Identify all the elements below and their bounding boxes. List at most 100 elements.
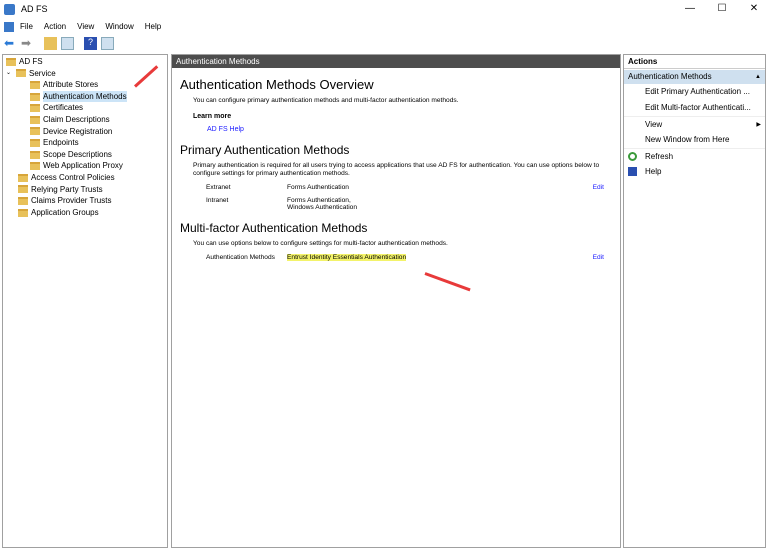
action-view[interactable]: View ▶: [624, 116, 765, 132]
adfs-help-link[interactable]: AD FS Help: [207, 126, 620, 133]
menu-action[interactable]: Action: [44, 22, 66, 31]
extranet-value: Forms Authentication: [287, 184, 349, 191]
folder-icon: [30, 92, 40, 101]
menu-view[interactable]: View: [77, 22, 94, 31]
title-bar: AD FS — ☐ ✕: [0, 0, 768, 18]
menu-window[interactable]: Window: [105, 22, 133, 31]
window-title: AD FS: [21, 4, 48, 14]
mfa-title: Multi-factor Authentication Methods: [180, 221, 368, 235]
mfa-text: You can use options below to configure s…: [193, 240, 448, 247]
section-label: Authentication Methods: [628, 72, 712, 81]
up-folder-icon[interactable]: [44, 37, 57, 50]
tree-label: Relying Party Trusts: [31, 184, 103, 194]
menu-help[interactable]: Help: [145, 22, 161, 31]
tree-item-relying-party-trusts[interactable]: Relying Party Trusts: [3, 184, 167, 196]
tree-label: Device Registration: [43, 126, 113, 136]
menu-file[interactable]: File: [20, 22, 33, 31]
tree-label: Web Application Proxy: [43, 161, 123, 171]
action-new-window[interactable]: New Window from Here: [624, 132, 765, 148]
tree-item-application-groups[interactable]: Application Groups: [3, 207, 167, 219]
show-hide-tree-icon[interactable]: [61, 37, 74, 50]
tree-item-endpoints[interactable]: Endpoints: [3, 137, 167, 149]
tree-item-scope-descriptions[interactable]: Scope Descriptions: [3, 149, 167, 161]
tree-item-claims-provider-trusts[interactable]: Claims Provider Trusts: [3, 195, 167, 207]
mmc-icon: [4, 21, 14, 32]
actions-header: Actions: [624, 55, 765, 69]
action-edit-mfa[interactable]: Edit Multi-factor Authenticati...: [624, 100, 765, 116]
tree-label: Access Control Policies: [31, 172, 115, 182]
tree-label: Claim Descriptions: [43, 114, 110, 124]
action-refresh[interactable]: Refresh: [624, 148, 765, 164]
extranet-label: Extranet: [206, 184, 231, 191]
intranet-value-1: Forms Authentication,: [287, 197, 351, 204]
tree-label: Authentication Methods: [43, 90, 127, 103]
show-hide-action-pane-icon[interactable]: [101, 37, 114, 50]
folder-icon: [6, 57, 16, 66]
tree-item-access-control-policies[interactable]: Access Control Policies: [3, 172, 167, 184]
refresh-icon: [628, 152, 637, 161]
forward-icon[interactable]: ➡: [21, 37, 34, 50]
help-icon: [628, 167, 637, 176]
refresh-label: Refresh: [645, 152, 674, 161]
folder-icon: [16, 69, 26, 78]
intranet-value-2: Windows Authentication: [287, 204, 358, 211]
toolbar: ⬅ ➡ ?: [0, 35, 768, 52]
overview-text: You can configure primary authentication…: [193, 97, 459, 104]
tree-item-adfs[interactable]: AD FS: [3, 56, 167, 68]
view-label: View: [645, 120, 663, 129]
folder-icon: [30, 127, 40, 136]
action-help[interactable]: Help: [624, 164, 765, 180]
help-icon[interactable]: ?: [84, 37, 97, 50]
intranet-row: Intranet Forms Authentication, Windows Aut…: [172, 197, 620, 211]
mfa-label: Authentication Methods: [206, 254, 275, 261]
folder-icon: [18, 208, 28, 217]
back-icon[interactable]: ⬅: [4, 37, 17, 50]
folder-icon: [30, 80, 40, 89]
tree-label: Service: [29, 68, 56, 78]
mfa-row: Authentication Methods Entrust Identity E…: [172, 254, 620, 261]
folder-icon: [30, 150, 40, 159]
action-edit-primary[interactable]: Edit Primary Authentication ...: [624, 84, 765, 100]
tree-label: Certificates: [43, 103, 84, 113]
folder-icon: [30, 104, 40, 113]
minimize-button[interactable]: —: [676, 0, 704, 18]
menu-bar: File Action View Window Help: [0, 19, 172, 34]
tree-item-claim-descriptions[interactable]: Claim Descriptions: [3, 114, 167, 126]
folder-icon: [30, 138, 40, 147]
collapse-up-icon[interactable]: ▲: [755, 70, 761, 84]
folder-icon: [30, 162, 40, 171]
maximize-button[interactable]: ☐: [708, 0, 736, 18]
tree-label: Endpoints: [43, 138, 79, 148]
close-button[interactable]: ✕: [740, 0, 768, 18]
actions-section[interactable]: Authentication Methods ▲: [624, 70, 765, 84]
primary-text: Primary authentication is required for a…: [193, 162, 600, 177]
primary-title: Primary Authentication Methods: [180, 143, 350, 157]
tree-label: Claims Provider Trusts: [31, 196, 112, 206]
actions-pane: Actions Authentication Methods ▲ Edit Pri…: [623, 54, 766, 548]
adfs-app-icon: [4, 3, 15, 15]
submenu-arrow-icon: ▶: [756, 122, 761, 128]
folder-icon: [18, 173, 28, 182]
tree-item-certificates[interactable]: Certificates: [3, 102, 167, 114]
tree-label: Scope Descriptions: [43, 149, 112, 159]
details-header: Authentication Methods: [172, 55, 620, 68]
extranet-row: Extranet Forms Authentication Edit: [172, 184, 620, 191]
learn-more-label: Learn more: [193, 113, 232, 120]
tree-label: AD FS: [19, 57, 43, 66]
tree-item-web-application-proxy[interactable]: Web Application Proxy: [3, 160, 167, 172]
tree-label: Application Groups: [31, 207, 99, 217]
mfa-value: Entrust Identity Essentials Authenticati…: [287, 254, 407, 261]
folder-icon: [18, 196, 28, 205]
overview-title: Authentication Methods Overview: [180, 77, 374, 92]
edit-primary-link[interactable]: Edit: [593, 184, 604, 191]
collapse-icon[interactable]: ⌄: [6, 68, 16, 80]
tree-label: Attribute Stores: [43, 80, 99, 90]
tree-item-device-registration[interactable]: Device Registration: [3, 126, 167, 138]
edit-mfa-link[interactable]: Edit: [593, 254, 604, 261]
folder-icon: [18, 185, 28, 194]
intranet-label: Intranet: [206, 197, 229, 204]
folder-icon: [30, 115, 40, 124]
help-label: Help: [645, 167, 662, 176]
tree-item-authentication-methods[interactable]: Authentication Methods: [3, 90, 167, 103]
details-pane: Authentication Methods Authentication Me…: [171, 54, 621, 548]
